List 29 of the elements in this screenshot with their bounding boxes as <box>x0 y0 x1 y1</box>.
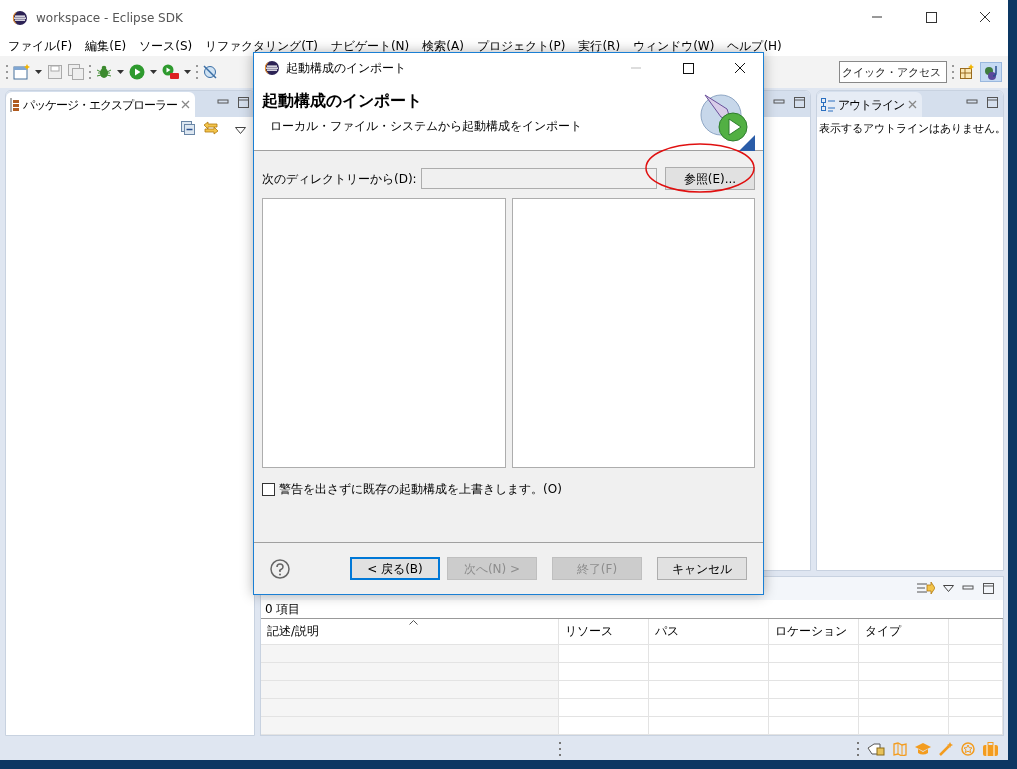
menu-item[interactable]: 実行(R) <box>578 36 621 55</box>
menu-item[interactable]: リファクタリング(T) <box>205 36 318 55</box>
directory-label: 次のディレクトリーから(D): <box>262 170 417 188</box>
outline-message: 表示するアウトラインはありません。 <box>818 121 1003 136</box>
menu-item[interactable]: ナビゲート(N) <box>330 36 410 55</box>
column-header[interactable]: ロケーション <box>768 618 858 645</box>
view-tab[interactable]: パッケージ・エクスプローラー <box>6 92 195 117</box>
dialog-button[interactable]: < 戻る(B) <box>350 557 440 580</box>
quick-access-field[interactable]: クイック・アクセス <box>839 61 947 83</box>
menu-item[interactable]: 編集(E) <box>85 36 127 55</box>
dialog-description: ローカル・ファイル・システムから起動構成をインポート <box>269 118 582 135</box>
menu-item[interactable]: ファイル(F) <box>8 36 73 55</box>
dialog-heading: 起動構成のインポート <box>262 90 423 112</box>
checkbox-label: 警告を出さずに既存の起動構成を上書きします。(O) <box>279 481 562 498</box>
browse-button[interactable]: 参照(E)... <box>665 167 755 190</box>
dialog-title: 起動構成のインポート <box>286 60 407 77</box>
column-header[interactable]: 記述/説明 <box>261 618 558 645</box>
menu-item[interactable]: 検索(A) <box>422 36 464 55</box>
dialog-button[interactable]: キャンセル <box>657 557 747 580</box>
column-header[interactable]: リソース <box>558 618 648 645</box>
column-header[interactable]: パス <box>648 618 768 645</box>
menu-item[interactable]: ヘルプ(H) <box>727 36 782 55</box>
menu-item[interactable]: プロジェクト(P) <box>476 36 566 55</box>
column-header[interactable]: タイプ <box>858 618 948 645</box>
window-title: workspace - Eclipse SDK <box>36 9 184 27</box>
view-tab[interactable]: アウトライン <box>817 92 922 117</box>
menu-item[interactable]: ウィンドウ(W) <box>633 36 715 55</box>
menu-item[interactable]: ソース(S) <box>139 36 193 55</box>
item-count: 0 項目 <box>261 599 1003 619</box>
